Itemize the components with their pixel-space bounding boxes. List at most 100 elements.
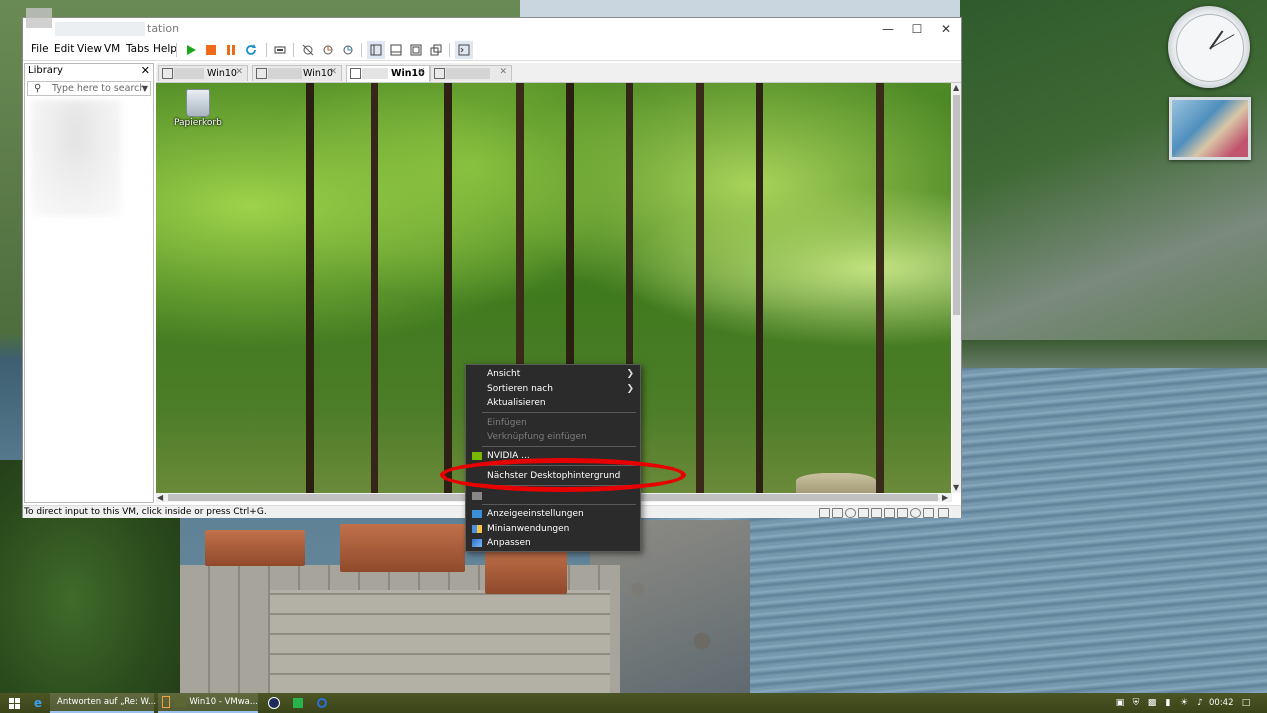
library-close-icon[interactable]: ✕ [141, 64, 150, 77]
thumbnail-bar-icon[interactable] [387, 41, 405, 59]
wifi-icon[interactable]: ☀ [1179, 698, 1189, 708]
show-library-icon[interactable] [367, 41, 385, 59]
taskbar-item-firefox[interactable]: Antworten auf „Re: W... [50, 693, 156, 713]
title-bar[interactable]: tation — ☐ ✕ [23, 8, 961, 40]
stop-icon[interactable] [202, 41, 220, 59]
sound-icon[interactable] [884, 508, 895, 518]
cd-icon[interactable] [845, 508, 856, 518]
vertical-scrollbar[interactable]: ▲ ▼ [952, 83, 961, 493]
start-button[interactable] [6, 693, 22, 713]
snapshot-off-icon[interactable] [299, 41, 317, 59]
toolbar-separator [293, 43, 294, 57]
message-log-icon[interactable] [938, 508, 949, 518]
scroll-down-icon[interactable]: ▼ [953, 483, 959, 492]
photo-gadget[interactable] [1169, 97, 1251, 160]
tray-icon[interactable]: ▩ [1147, 698, 1157, 708]
clock-gadget[interactable] [1168, 6, 1250, 88]
battery-icon[interactable]: ▮ [1163, 698, 1173, 708]
taskbar-redacted [173, 697, 187, 707]
tray-icon[interactable]: ▣ [1115, 698, 1125, 708]
app-icon [26, 8, 52, 28]
recycle-bin-icon[interactable] [186, 89, 210, 117]
tab-close-icon[interactable]: ✕ [499, 67, 507, 77]
ctx-separator [482, 412, 636, 413]
ctx-item-aktualisieren[interactable]: Aktualisieren [466, 396, 640, 410]
vertical-scroll-thumb[interactable] [953, 95, 960, 315]
app-icon-obs[interactable] [266, 693, 282, 713]
printer-icon[interactable] [897, 508, 908, 518]
app-icon-green[interactable] [290, 693, 306, 713]
ctx-separator [482, 446, 636, 447]
send-ctrl-alt-del-icon[interactable] [271, 41, 289, 59]
library-search-input[interactable]: ⚲ Type here to search ▼ [27, 81, 151, 96]
tab-redacted [268, 68, 302, 79]
snapshot-icon[interactable] [319, 41, 337, 59]
scroll-right-icon[interactable]: ▶ [942, 493, 948, 502]
power-on-icon[interactable] [182, 41, 200, 59]
personalize-icon [472, 539, 482, 547]
chevron-down-icon[interactable]: ▼ [142, 82, 148, 95]
library-tree-redacted [31, 100, 121, 216]
ctx-item-ansicht[interactable]: Ansicht ❯ [466, 367, 640, 381]
minimize-button[interactable]: — [873, 18, 903, 40]
hdd-icon[interactable] [819, 508, 830, 518]
library-panel: Library ✕ ⚲ Type here to search ▼ [24, 63, 154, 503]
tab-close-icon[interactable]: ✕ [235, 67, 243, 77]
nvidia-icon [472, 452, 482, 460]
title-redacted [55, 22, 145, 36]
ctx-label: Sortieren nach [487, 384, 553, 394]
menu-edit[interactable]: Edit [54, 43, 74, 55]
display-icon[interactable] [923, 508, 934, 518]
tab-label: Win10 [303, 68, 333, 79]
tab-close-icon[interactable]: ✕ [329, 67, 337, 77]
scroll-left-icon[interactable]: ◀ [157, 493, 163, 502]
scroll-up-icon[interactable]: ▲ [953, 83, 959, 92]
suspend-icon[interactable] [222, 41, 240, 59]
tab-close-icon[interactable]: ✕ [417, 67, 425, 77]
taskbar-clock[interactable]: 00:42 [1209, 693, 1234, 713]
usb-icon[interactable] [871, 508, 882, 518]
library-search-placeholder: Type here to search [52, 83, 146, 94]
restart-icon[interactable] [242, 41, 260, 59]
chevron-right-icon: ❯ [626, 384, 634, 394]
vm-icon [256, 68, 267, 79]
menu-help[interactable]: Help [153, 43, 177, 55]
edge-icon[interactable]: e [30, 693, 46, 713]
shoreline [960, 340, 1267, 370]
ctx-item-sortieren[interactable]: Sortieren nach ❯ [466, 382, 640, 396]
tab-vm-4[interactable]: ✕ [430, 65, 512, 81]
ctx-item-anzeigeeinstellungen[interactable]: Anzeigeeinstellungen [466, 507, 640, 521]
menu-file[interactable]: File [31, 43, 49, 55]
menu-vm[interactable]: VM [104, 43, 120, 55]
vm-icon [350, 68, 361, 79]
console-view-icon[interactable] [455, 41, 473, 59]
maximize-button[interactable]: ☐ [902, 18, 932, 40]
ctx-label: Aktualisieren [487, 398, 546, 408]
ctx-label: Anzeigeeinstellungen [487, 509, 584, 519]
tab-vm-3[interactable]: Win10 ✕ [346, 65, 430, 82]
taskbar-item-label: Win10 - VMwa... [189, 697, 258, 707]
full-screen-icon[interactable] [407, 41, 425, 59]
app-icon-circle[interactable] [314, 693, 330, 713]
clock-face [1176, 14, 1244, 82]
volume-icon[interactable]: ♪ [1195, 698, 1205, 708]
unity-icon[interactable] [427, 41, 445, 59]
tab-vm-1[interactable]: Win10 ✕ [158, 65, 248, 81]
shield-icon[interactable]: ⛨ [1131, 698, 1141, 708]
close-button[interactable]: ✕ [931, 18, 961, 40]
recycle-bin-label: Papierkorb [174, 118, 222, 128]
taskbar-item-vmware[interactable]: Win10 - VMwa... [158, 693, 258, 713]
menu-view[interactable]: View [77, 43, 102, 55]
vm-icon [162, 68, 173, 79]
hdd-icon[interactable] [832, 508, 843, 518]
tab-vm-2[interactable]: Win10 ✕ [252, 65, 342, 81]
ctx-item-anpassen[interactable]: Anpassen [466, 536, 640, 550]
ctx-item-minianwendungen[interactable]: Minianwendungen [466, 522, 640, 536]
snapshot-manager-icon[interactable] [339, 41, 357, 59]
notification-icon[interactable]: □ [1240, 698, 1252, 708]
menu-tabs[interactable]: Tabs [126, 43, 149, 55]
vmware-icon [162, 696, 170, 708]
camera-icon[interactable] [910, 508, 921, 518]
network-icon[interactable] [858, 508, 869, 518]
stone-wall-front [270, 590, 610, 693]
